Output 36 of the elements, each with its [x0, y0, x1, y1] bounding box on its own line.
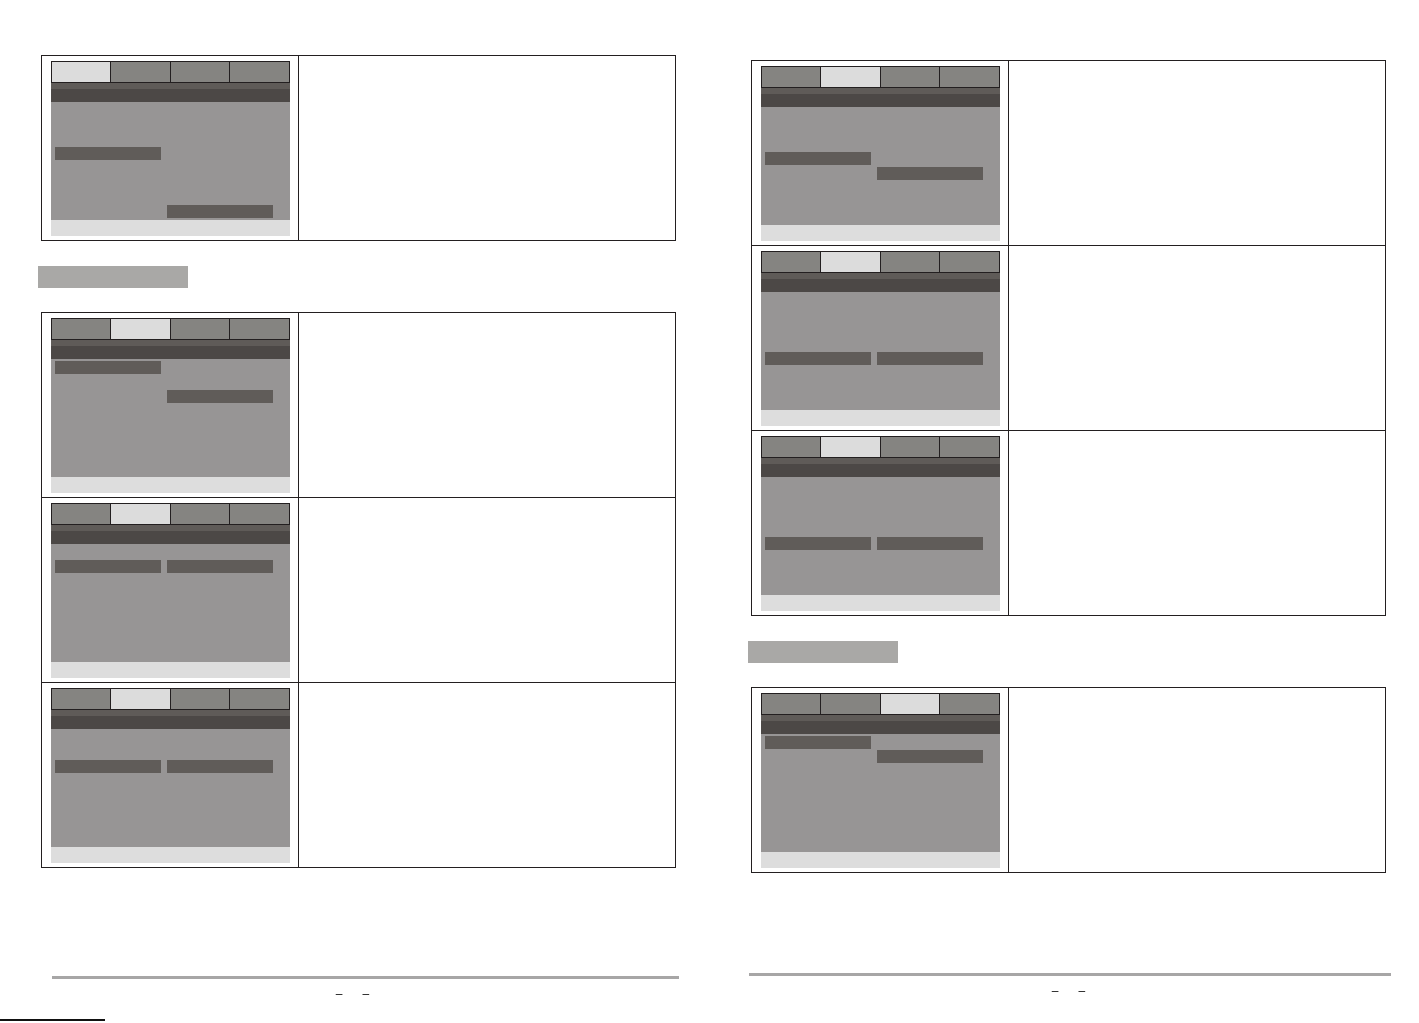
menu-tab[interactable] [169, 687, 230, 710]
menu-tab[interactable] [879, 435, 940, 458]
menu-tab[interactable] [229, 317, 290, 340]
menu-tab[interactable] [939, 692, 1000, 715]
menu-tab[interactable] [229, 687, 290, 710]
page-dash: – [1051, 984, 1059, 998]
page-dash: – [335, 987, 343, 1001]
menu-tab[interactable] [760, 435, 821, 458]
menu-tab[interactable] [939, 250, 1000, 273]
menu-tab[interactable] [229, 502, 290, 525]
menu-tab[interactable] [110, 60, 171, 83]
menu-tab[interactable] [110, 687, 171, 710]
menu-tab[interactable] [50, 502, 111, 525]
menu-tab[interactable] [110, 502, 171, 525]
menu-tab[interactable] [760, 692, 821, 715]
menu-tab[interactable] [50, 60, 111, 83]
page-dash: – [1078, 984, 1086, 998]
menu-tab[interactable] [820, 250, 881, 273]
menu-tab[interactable] [879, 65, 940, 88]
menu-tab[interactable] [50, 317, 111, 340]
menu-tab[interactable] [169, 317, 230, 340]
page-dash: – [362, 987, 370, 1001]
menu-tab[interactable] [169, 60, 230, 83]
menu-tab[interactable] [820, 435, 881, 458]
menu-tab[interactable] [50, 687, 111, 710]
menu-tab[interactable] [110, 317, 171, 340]
menu-tab[interactable] [879, 250, 940, 273]
menu-tab[interactable] [820, 692, 881, 715]
menu-tab[interactable] [879, 692, 940, 715]
menu-tab[interactable] [939, 65, 1000, 88]
menu-tab[interactable] [760, 250, 821, 273]
menu-tab[interactable] [820, 65, 881, 88]
menu-tab[interactable] [229, 60, 290, 83]
menu-tab[interactable] [760, 65, 821, 88]
menu-tab[interactable] [939, 435, 1000, 458]
menu-tab[interactable] [169, 502, 230, 525]
